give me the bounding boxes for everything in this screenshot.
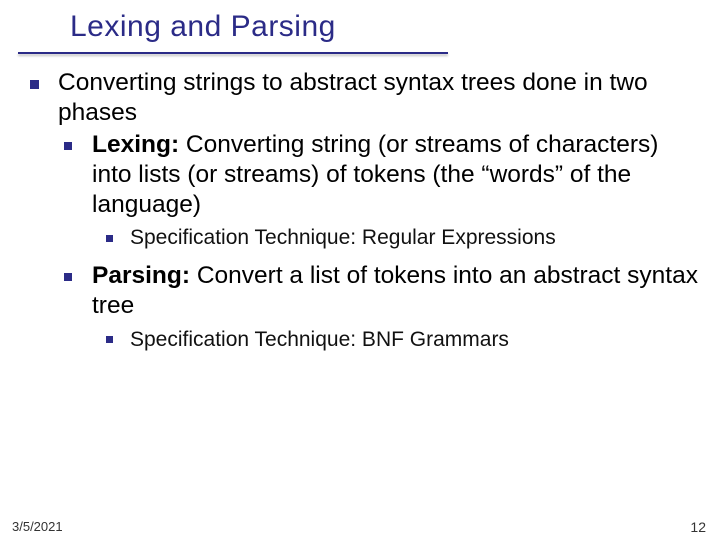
bullet-icon (64, 273, 72, 281)
bullet-icon (30, 80, 39, 89)
slide-title: Lexing and Parsing (70, 10, 336, 44)
spec-text: Specification Technique: BNF Grammars (130, 328, 509, 351)
title-underline (18, 52, 448, 54)
bullet-icon (106, 336, 113, 343)
slide-body: Converting strings to abstract syntax tr… (30, 68, 702, 362)
footer-page-number: 12 (690, 519, 706, 535)
bullet-text: Converting strings to abstract syntax tr… (58, 69, 648, 126)
bullet-level1: Converting strings to abstract syntax tr… (30, 68, 702, 128)
bullet-icon (106, 235, 113, 242)
slide: Lexing and Parsing Converting strings to… (0, 0, 720, 540)
bullet-lexing-spec: Specification Technique: Regular Express… (106, 225, 702, 251)
parsing-label: Parsing: (92, 262, 190, 289)
bullet-parsing: Parsing: Convert a list of tokens into a… (64, 261, 702, 321)
bullet-parsing-spec: Specification Technique: BNF Grammars (106, 327, 702, 353)
lexing-label: Lexing: (92, 131, 179, 158)
spec-text: Specification Technique: Regular Express… (130, 226, 556, 249)
bullet-icon (64, 142, 72, 150)
bullet-lexing: Lexing: Converting string (or streams of… (64, 130, 702, 220)
footer-date: 3/5/2021 (12, 519, 63, 534)
